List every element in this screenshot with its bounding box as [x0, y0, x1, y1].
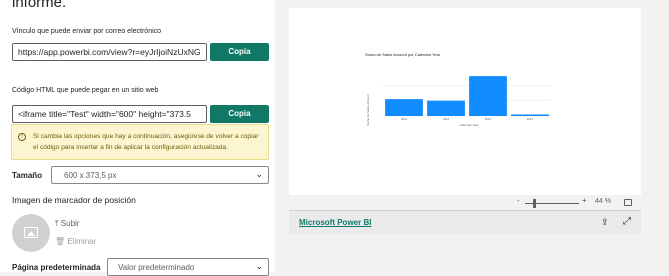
chart-bar-2014 [511, 114, 549, 116]
zoom-in-button[interactable]: + [582, 196, 587, 205]
copy-link-button[interactable]: Copia [210, 43, 269, 61]
info-icon: ! [18, 133, 26, 141]
x-tick-label: 2014 [527, 117, 534, 121]
share-icon[interactable]: ⇪ [601, 217, 609, 228]
chart-bar-2011 [385, 99, 423, 116]
link-url-field[interactable]: https://app.powerbi.com/view?r=eyJrIjoiN… [12, 43, 207, 61]
default-page-select[interactable]: Valor predeterminado ⌄ [107, 258, 269, 276]
size-value: 600 x 373,5 px [64, 171, 117, 180]
upload-icon: ⤒ [55, 219, 59, 228]
zoom-out-button[interactable]: - [517, 196, 520, 205]
chart-bar-2012 [427, 100, 465, 116]
zoom-percent: 44 % [595, 198, 611, 205]
placeholder-heading: Imagen de marcador de posición [12, 195, 136, 205]
intro-text: informe. [12, 0, 67, 11]
default-page-value: Valor predeterminado [118, 263, 195, 272]
x-tick-label: 2011 [401, 117, 407, 121]
x-tick-label: 2012 [443, 117, 450, 121]
zoom-bar: - + 44 % [289, 196, 641, 210]
sales-chart: Suma de Sales Amount por Calendar Year S… [365, 52, 551, 127]
fit-to-page-icon[interactable] [624, 199, 632, 206]
preview-footer: Microsoft Power BI ⇪ ⤢ [289, 210, 641, 234]
report-preview: Suma de Sales Amount por Calendar Year S… [289, 8, 641, 195]
chevron-down-icon: ⌄ [255, 169, 263, 179]
delete-label: Eliminar [67, 237, 97, 246]
size-select[interactable]: 600 x 373,5 px ⌄ [51, 166, 269, 184]
x-tick-label: 2013 [485, 117, 492, 121]
chart-bar-2013 [469, 76, 507, 116]
chart-y-label: Suma de Sales Amount [366, 94, 370, 126]
upload-label: Subir [60, 219, 80, 228]
chart-title: Suma de Sales Amount por Calendar Year [365, 52, 441, 57]
default-page-label: Página predeterminada [12, 263, 101, 272]
copy-embed-button[interactable]: Copia [210, 105, 269, 123]
embed-code-field[interactable]: <iframe title="Test" width="600" height=… [12, 105, 207, 123]
notice-text: Si cambia las opciones que hay a continu… [33, 133, 259, 151]
settings-notice: ! Si cambia las opciones que hay a conti… [11, 124, 269, 160]
image-icon [24, 227, 38, 238]
zoom-slider-thumb[interactable] [533, 199, 536, 208]
placeholder-image [12, 214, 50, 252]
size-label: Tamaño [12, 171, 43, 180]
delete-button[interactable]: 🗑 Eliminar [55, 237, 96, 246]
link-label: Vínculo que puede enviar por correo elec… [12, 28, 162, 35]
upload-button[interactable]: ⤒ Subir [55, 219, 79, 229]
powerbi-link[interactable]: Microsoft Power BI [299, 218, 371, 227]
expand-icon[interactable]: ⤢ [623, 216, 631, 227]
embed-settings-panel: informe. Vínculo que puede enviar por co… [0, 0, 275, 276]
trash-icon: 🗑 [55, 237, 66, 246]
chart-x-label: Calendar Year [459, 123, 478, 127]
chevron-down-icon: ⌄ [255, 261, 263, 271]
embed-code-label: Código HTML que puede pegar en un sitio … [12, 87, 159, 94]
